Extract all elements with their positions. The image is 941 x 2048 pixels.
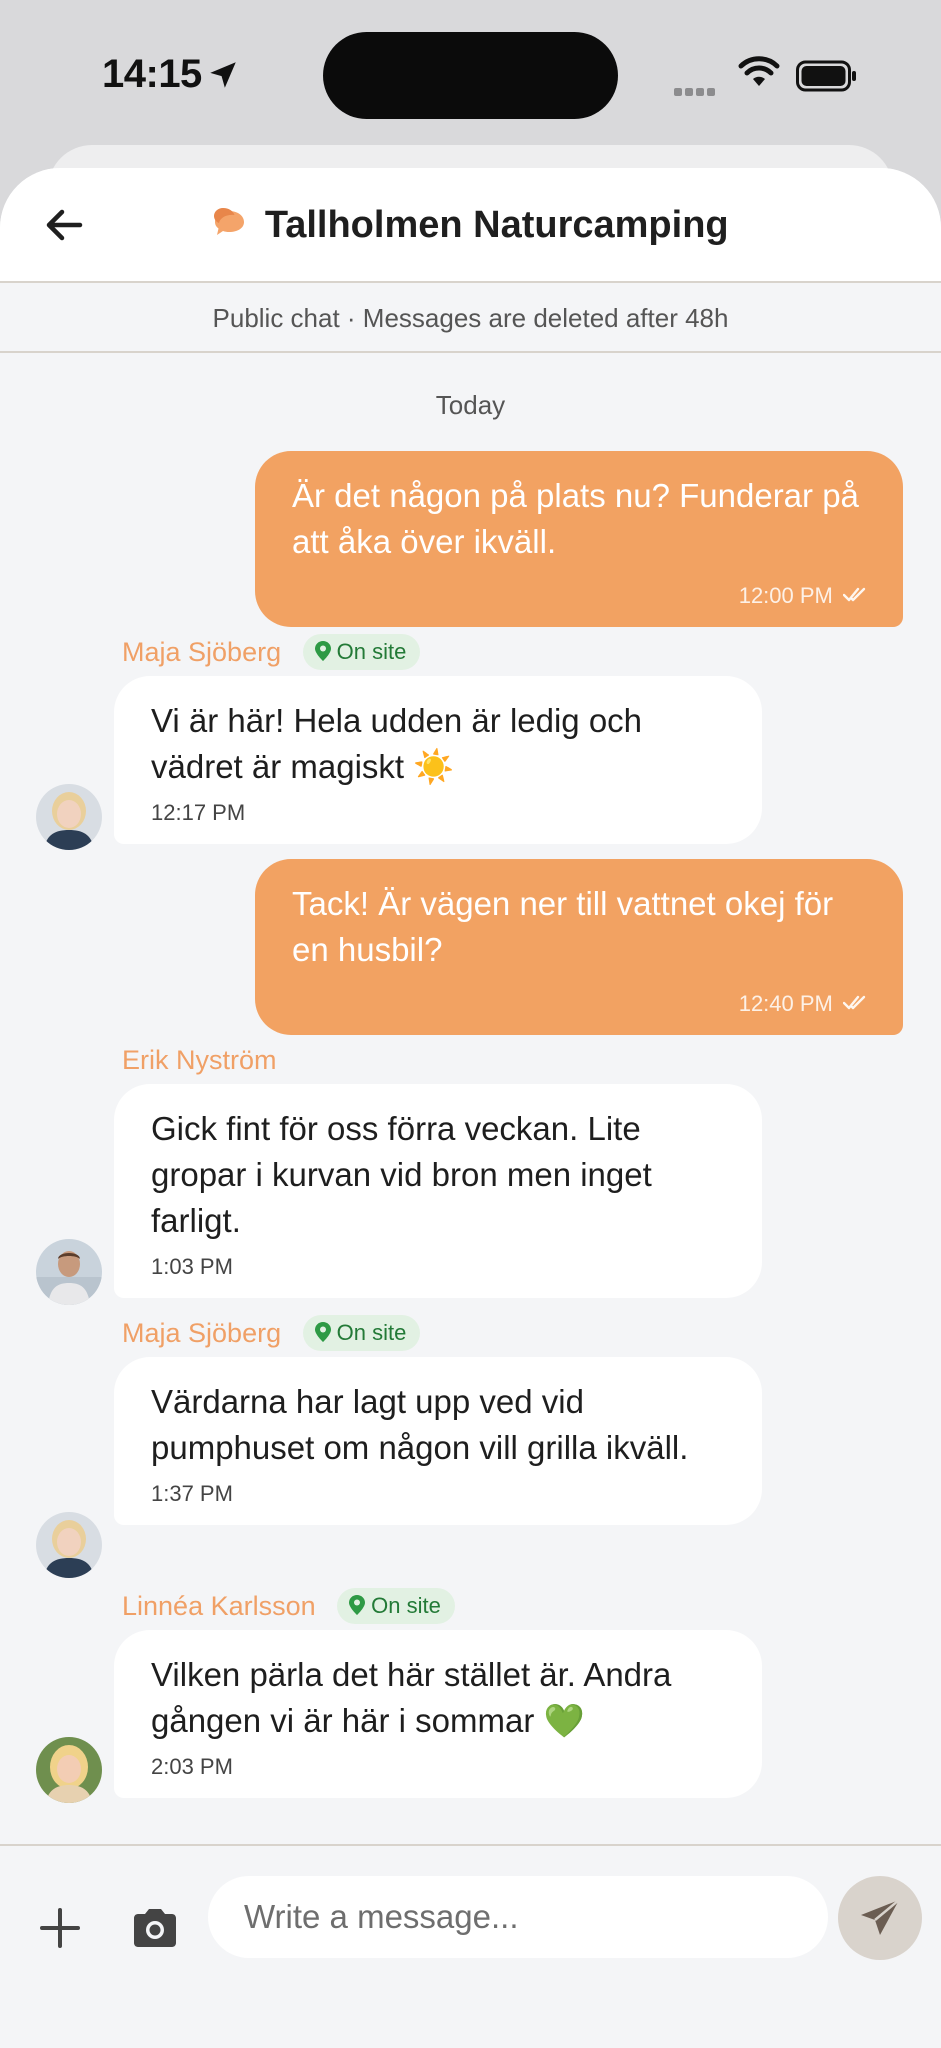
message-text: Vi är här! Hela udden är ledig och vädre… bbox=[151, 702, 643, 785]
dynamic-island bbox=[323, 32, 618, 119]
message-text: Vilken pärla det här stället är. Andra g… bbox=[151, 1656, 672, 1739]
on-site-label: On site bbox=[336, 1320, 407, 1345]
sender-name: Maja Sjöberg bbox=[122, 1318, 282, 1348]
avatar-maja-image bbox=[36, 1512, 102, 1578]
message-text: Tack! Är vägen ner till vattnet okej för… bbox=[292, 885, 834, 968]
message-input[interactable] bbox=[208, 1876, 828, 1958]
incoming-message[interactable]: Värdarna har lagt upp ved vid pumphuset … bbox=[114, 1357, 762, 1525]
on-site-label: On site bbox=[336, 639, 407, 664]
avatar-maja-image bbox=[36, 784, 102, 850]
read-receipt-icon bbox=[843, 587, 866, 602]
message-composer bbox=[0, 1844, 941, 2048]
cellular-signal-icon bbox=[674, 83, 718, 101]
plus-icon[interactable] bbox=[38, 1906, 82, 1950]
on-site-label: On site bbox=[371, 1593, 441, 1618]
on-site-badge: On site bbox=[302, 1315, 421, 1351]
outgoing-message[interactable]: Är det någon på plats nu? Funderar på at… bbox=[255, 451, 903, 627]
message-text: Värdarna har lagt upp ved vid pumphuset … bbox=[151, 1383, 689, 1466]
avatar-linnea-image bbox=[36, 1737, 102, 1803]
location-pin-icon bbox=[349, 1595, 366, 1616]
message-sender: Erik Nyström bbox=[122, 1042, 277, 1078]
message-time: 12:17 PM bbox=[151, 800, 246, 825]
message-time: 2:03 PM bbox=[151, 1754, 233, 1779]
location-pin-icon bbox=[314, 641, 331, 662]
avatar[interactable] bbox=[36, 1239, 102, 1305]
incoming-message[interactable]: Gick fint för oss förra veckan. Lite gro… bbox=[114, 1084, 762, 1298]
avatar-erik-image bbox=[36, 1239, 102, 1305]
message-text: Gick fint för oss förra veckan. Lite gro… bbox=[151, 1110, 652, 1239]
message-meta: 12:00 PM bbox=[292, 583, 867, 609]
message-time: 1:37 PM bbox=[151, 1481, 233, 1506]
send-icon bbox=[861, 1899, 900, 1935]
avatar[interactable] bbox=[36, 784, 102, 850]
incoming-message[interactable]: Vilken pärla det här stället är. Andra g… bbox=[114, 1630, 762, 1798]
camera-icon[interactable] bbox=[130, 1906, 180, 1950]
chat-sheet: Tallholmen Naturcamping Public chat · Me… bbox=[0, 168, 941, 2048]
status-bar: 14:15 bbox=[0, 0, 941, 150]
wifi-icon bbox=[738, 56, 780, 86]
send-button[interactable] bbox=[838, 1876, 922, 1960]
battery-icon bbox=[796, 60, 856, 92]
message-time: 12:40 PM bbox=[738, 991, 833, 1016]
message-sender: Maja Sjöberg On site bbox=[122, 634, 421, 670]
on-site-badge: On site bbox=[337, 1588, 455, 1624]
page-title: Tallholmen Naturcamping bbox=[264, 204, 729, 246]
location-arrow-icon bbox=[210, 62, 236, 88]
message-text: Är det någon på plats nu? Funderar på at… bbox=[292, 477, 859, 560]
message-meta: 12:40 PM bbox=[292, 991, 867, 1017]
incoming-message[interactable]: Vi är här! Hela udden är ledig och vädre… bbox=[114, 676, 762, 844]
chat-header: Tallholmen Naturcamping bbox=[0, 168, 941, 283]
avatar[interactable] bbox=[36, 1737, 102, 1803]
outgoing-message[interactable]: Tack! Är vägen ner till vattnet okej för… bbox=[255, 859, 903, 1035]
date-separator: Today bbox=[435, 390, 506, 420]
status-time: 14:15 bbox=[102, 52, 202, 96]
sender-name: Maja Sjöberg bbox=[122, 637, 282, 667]
header-title-group: Tallholmen Naturcamping bbox=[0, 204, 941, 247]
sender-name: Linnéa Karlsson bbox=[122, 1591, 316, 1621]
message-time: 1:03 PM bbox=[151, 1254, 233, 1279]
message-time: 12:00 PM bbox=[738, 583, 833, 608]
chat-bubbles-icon bbox=[214, 207, 245, 235]
read-receipt-icon bbox=[843, 995, 866, 1010]
message-sender: Linnéa Karlsson On site bbox=[122, 1588, 455, 1624]
avatar[interactable] bbox=[36, 1512, 102, 1578]
location-pin-icon bbox=[314, 1322, 331, 1343]
message-sender: Maja Sjöberg On site bbox=[122, 1315, 421, 1351]
chat-notice: Public chat · Messages are deleted after… bbox=[0, 285, 941, 353]
sender-name: Erik Nyström bbox=[122, 1045, 277, 1075]
on-site-badge: On site bbox=[302, 634, 421, 670]
